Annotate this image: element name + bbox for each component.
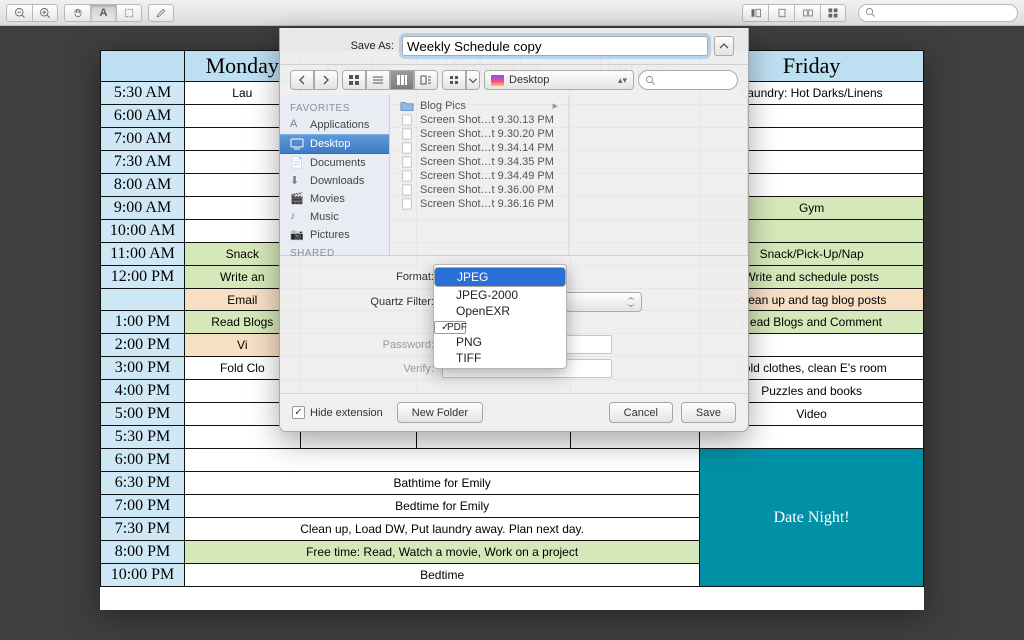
hide-extension-label: Hide extension	[310, 407, 383, 419]
view-contact-button[interactable]	[820, 4, 846, 22]
file-row[interactable]: Screen Shot…t 9.34.14 PM	[390, 141, 568, 155]
file-column: Blog Pics▸Screen Shot…t 9.30.13 PMScreen…	[390, 95, 569, 255]
desktop-icon	[491, 75, 504, 86]
file-row[interactable]: Screen Shot…t 9.30.20 PM	[390, 127, 568, 141]
collapse-button[interactable]	[714, 36, 734, 56]
zoom-out-button[interactable]	[6, 4, 32, 22]
file-row[interactable]: Screen Shot…t 9.36.00 PM	[390, 183, 568, 197]
location-popup[interactable]: Desktop ▴▾	[484, 70, 634, 90]
view-thumbnails-button[interactable]	[742, 4, 768, 22]
hide-extension-checkbox[interactable]: ✓	[292, 406, 305, 419]
sidebar-item-documents[interactable]: 📄Documents	[280, 154, 389, 172]
browser-search[interactable]	[638, 70, 738, 90]
search-icon	[645, 75, 656, 86]
format-option-jpeg-2000[interactable]: JPEG-2000	[434, 287, 566, 303]
format-option-png[interactable]: PNG	[434, 334, 566, 350]
format-label: Format:	[294, 271, 434, 283]
toolbar-search[interactable]	[858, 4, 1018, 22]
search-icon	[865, 7, 876, 18]
annotate-button[interactable]	[148, 4, 174, 22]
password-label: Password:	[294, 339, 434, 351]
verify-label: Verify:	[294, 363, 434, 375]
new-folder-button[interactable]: New Folder	[397, 402, 483, 423]
view-mode[interactable]	[342, 70, 438, 90]
nav-history[interactable]	[290, 70, 338, 90]
save-as-label: Save As:	[294, 40, 394, 52]
arrange-menu[interactable]	[442, 70, 480, 90]
file-row[interactable]: Screen Shot…t 9.34.49 PM	[390, 169, 568, 183]
save-dialog: Save As: Desktop ▴▾	[279, 28, 749, 432]
shared-header: SHARED	[280, 244, 389, 261]
view-single-button[interactable]	[768, 4, 794, 22]
format-option-tiff[interactable]: TIFF	[434, 350, 566, 366]
format-menu[interactable]: JPEGJPEG-2000OpenEXR PDFPNGTIFF	[433, 264, 567, 369]
sidebar-item-applications[interactable]: AApplications	[280, 116, 389, 134]
file-row[interactable]: Blog Pics▸	[390, 98, 568, 113]
save-button[interactable]: Save	[681, 402, 736, 423]
format-option-jpeg[interactable]: JPEG	[434, 267, 566, 287]
sidebar-item-music[interactable]: ♪Music	[280, 208, 389, 226]
file-row[interactable]: Screen Shot…t 9.30.13 PM	[390, 113, 568, 127]
sidebar-item-downloads[interactable]: ⬇Downloads	[280, 172, 389, 190]
sidebar-item-movies[interactable]: 🎬Movies	[280, 190, 389, 208]
format-option-openexr[interactable]: OpenEXR	[434, 303, 566, 319]
cancel-button[interactable]: Cancel	[609, 402, 673, 423]
save-as-input[interactable]	[402, 36, 708, 56]
file-row[interactable]: Screen Shot…t 9.34.35 PM	[390, 155, 568, 169]
zoom-in-button[interactable]	[32, 4, 58, 22]
chevron-up-icon	[719, 41, 729, 51]
file-row[interactable]: Screen Shot…t 9.36.16 PM	[390, 197, 568, 211]
file-browser: Desktop ▴▾ FAVORITES AApplicationsDeskto…	[280, 64, 748, 256]
back-icon	[296, 74, 308, 86]
quartz-label: Quartz Filter:	[294, 296, 434, 308]
forward-icon	[320, 74, 332, 86]
sidebar-item-pictures[interactable]: 📷Pictures	[280, 226, 389, 244]
file-column-empty	[569, 95, 748, 255]
sidebar-item-desktop[interactable]: Desktop	[280, 134, 389, 154]
sidebar: FAVORITES AApplicationsDesktop📄Documents…	[280, 95, 390, 255]
format-option-pdf[interactable]: PDF	[434, 321, 466, 334]
hand-tool-button[interactable]	[64, 4, 90, 22]
text-tool-button[interactable]: A	[90, 4, 116, 22]
favorites-header: FAVORITES	[280, 99, 389, 116]
view-facing-button[interactable]	[794, 4, 820, 22]
app-toolbar: A	[0, 0, 1024, 26]
select-tool-button[interactable]	[116, 4, 142, 22]
